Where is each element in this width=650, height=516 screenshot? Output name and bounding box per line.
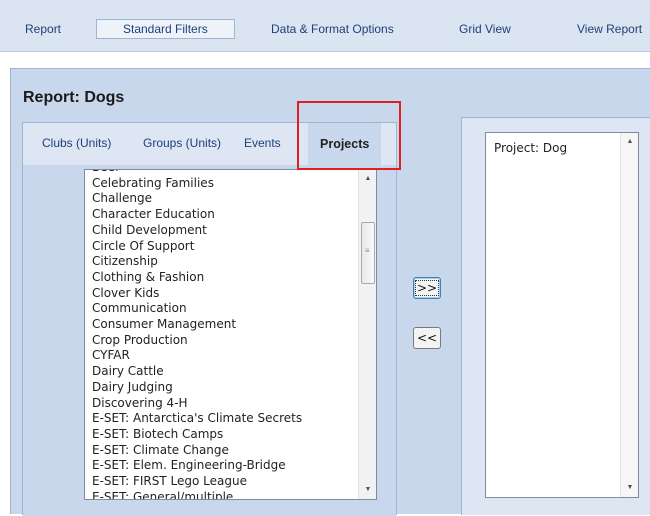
list-item[interactable]: Character Education: [92, 207, 356, 223]
tab-events[interactable]: Events: [244, 136, 281, 150]
nav-data-format-options[interactable]: Data & Format Options: [271, 18, 394, 40]
selected-projects-list[interactable]: Project: Dog ▲ ▼: [485, 132, 639, 498]
list-item[interactable]: Crop Production: [92, 333, 356, 349]
available-list-scrollbar[interactable]: ▲ ≡ ▼: [358, 170, 376, 499]
nav-report[interactable]: Report: [25, 18, 61, 40]
list-item[interactable]: Communication: [92, 301, 356, 317]
list-item[interactable]: E-SET: Climate Change: [92, 443, 356, 459]
selected-items-box: Project: Dog ▲ ▼: [461, 117, 650, 515]
list-item[interactable]: Project: Dog: [494, 141, 567, 157]
scroll-up-arrow-icon[interactable]: ▲: [359, 170, 376, 188]
scroll-down-arrow-icon[interactable]: ▼: [621, 479, 639, 497]
selected-list-scrollbar[interactable]: ▲ ▼: [620, 133, 638, 497]
list-item[interactable]: Dairy Cattle: [92, 364, 356, 380]
available-projects-list[interactable]: BeefCelebrating FamiliesChallengeCharact…: [84, 169, 377, 500]
list-item[interactable]: Discovering 4-H: [92, 396, 356, 412]
list-item[interactable]: E-SET: General/multiple: [92, 490, 356, 499]
available-items-box: Clubs (Units) Groups (Units) Events Proj…: [22, 122, 397, 516]
list-item[interactable]: Beef: [92, 170, 356, 176]
list-item[interactable]: E-SET: FIRST Lego League: [92, 474, 356, 490]
scroll-down-arrow-icon[interactable]: ▼: [359, 481, 376, 499]
filter-tabs: Clubs (Units) Groups (Units) Events Proj…: [23, 123, 396, 165]
tab-clubs-units[interactable]: Clubs (Units): [42, 136, 111, 150]
nav-view-report[interactable]: View Report: [577, 18, 642, 40]
top-navigation: Report Standard Filters Data & Format Op…: [0, 0, 650, 52]
tab-content: BeefCelebrating FamiliesChallengeCharact…: [23, 165, 396, 516]
add-selection-button[interactable]: >>: [413, 277, 441, 299]
scroll-up-arrow-icon[interactable]: ▲: [621, 133, 639, 151]
list-item[interactable]: CYFAR: [92, 348, 356, 364]
list-item[interactable]: Consumer Management: [92, 317, 356, 333]
list-item[interactable]: Citizenship: [92, 254, 356, 270]
list-item[interactable]: Clover Kids: [92, 286, 356, 302]
nav-standard-filters[interactable]: Standard Filters: [96, 19, 235, 39]
scroll-thumb[interactable]: ≡: [361, 222, 375, 284]
list-item[interactable]: Dairy Judging: [92, 380, 356, 396]
list-item[interactable]: E-SET: Biotech Camps: [92, 427, 356, 443]
nav-grid-view[interactable]: Grid View: [459, 18, 511, 40]
list-item[interactable]: E-SET: Antarctica's Climate Secrets: [92, 411, 356, 427]
page-title: Report: Dogs: [23, 89, 125, 106]
filter-panel: Report: Dogs Clubs (Units) Groups (Units…: [10, 68, 650, 516]
remove-selection-button[interactable]: <<: [413, 327, 441, 349]
list-item[interactable]: Child Development: [92, 223, 356, 239]
list-item[interactable]: Celebrating Families: [92, 176, 356, 192]
list-item[interactable]: Circle Of Support: [92, 239, 356, 255]
add-button-label: >>: [414, 280, 440, 296]
list-item[interactable]: E-SET: Elem. Engineering-Bridge: [92, 458, 356, 474]
grip-icon: ≡: [365, 246, 370, 255]
list-item[interactable]: Challenge: [92, 191, 356, 207]
tab-groups-units[interactable]: Groups (Units): [143, 136, 221, 150]
tab-projects[interactable]: Projects: [308, 123, 382, 165]
available-projects-items: BeefCelebrating FamiliesChallengeCharact…: [92, 170, 356, 499]
list-item[interactable]: Clothing & Fashion: [92, 270, 356, 286]
